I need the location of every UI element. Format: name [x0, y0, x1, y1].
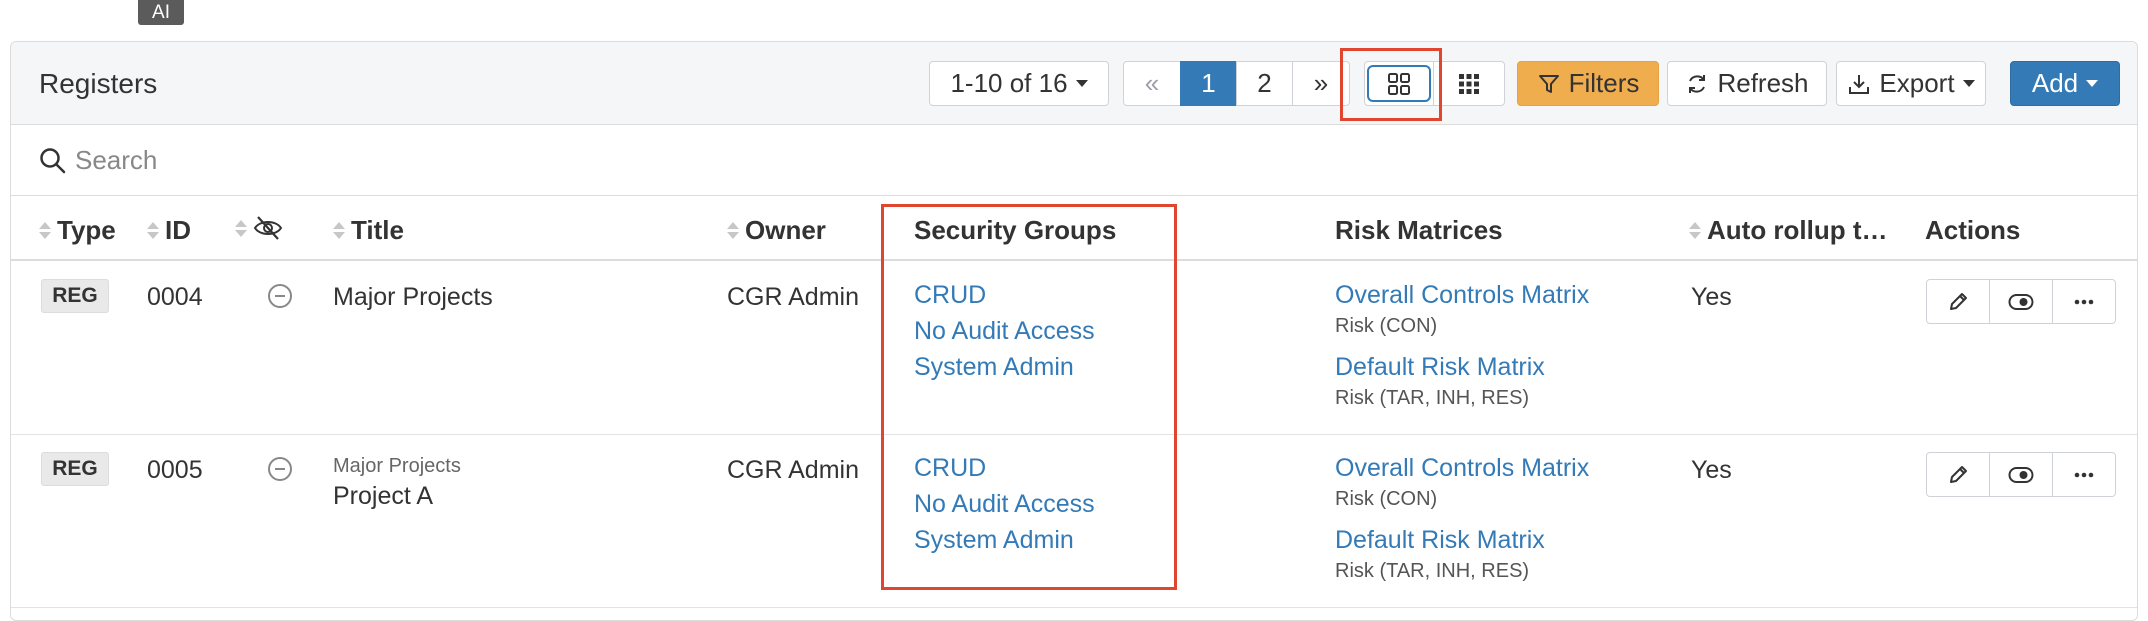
security-group-link[interactable]: CRUD — [914, 450, 1095, 486]
pencil-icon — [1950, 292, 1967, 310]
row-actions — [1926, 279, 2116, 324]
refresh-button[interactable]: Refresh — [1667, 61, 1827, 106]
chevron-down-icon — [2086, 80, 2099, 87]
toggle-icon — [2008, 466, 2034, 483]
ellipsis-icon — [2074, 472, 2094, 477]
table-header: Type ID Title Owner Security Groups Risk… — [11, 197, 2137, 261]
toggle-button[interactable] — [1989, 452, 2053, 497]
row-actions — [1926, 452, 2116, 497]
risk-matrices-list: Overall Controls Matrix Risk (CON) Defau… — [1335, 450, 1589, 584]
security-group-link[interactable]: No Audit Access — [914, 486, 1095, 522]
ellipsis-icon — [2074, 299, 2094, 304]
edit-button[interactable] — [1926, 279, 1990, 324]
risk-matrix-detail: Risk (CON) — [1335, 488, 1438, 510]
view-compact-button[interactable] — [1433, 61, 1505, 106]
row-id: 0004 — [147, 283, 203, 311]
row-title-block: Major Projects Project A — [333, 452, 461, 512]
column-header-type[interactable]: Type — [39, 215, 116, 246]
export-dropdown[interactable]: Export — [1836, 61, 1986, 106]
security-group-link[interactable]: System Admin — [914, 522, 1095, 558]
table-row[interactable]: REG 0005 Major Projects Project A CGR Ad… — [11, 436, 2137, 608]
page-range-dropdown[interactable]: 1-10 of 16 — [929, 61, 1109, 106]
edit-button[interactable] — [1926, 452, 1990, 497]
sort-icon — [727, 222, 739, 239]
pager-first-button[interactable]: « — [1123, 61, 1181, 106]
pager-page-1[interactable]: 1 — [1180, 61, 1237, 106]
risk-matrix-link[interactable]: Default Risk Matrix — [1335, 349, 1589, 385]
column-header-visibility[interactable] — [235, 215, 283, 241]
toggle-icon — [2008, 293, 2034, 310]
row-id: 0005 — [147, 456, 203, 484]
add-dropdown[interactable]: Add — [2010, 61, 2120, 106]
view-grid-button[interactable] — [1364, 61, 1434, 106]
column-header-owner[interactable]: Owner — [727, 215, 826, 246]
double-chevron-right-icon: » — [1313, 68, 1329, 98]
security-groups-list: CRUD No Audit Access System Admin — [914, 277, 1095, 385]
sort-icon — [147, 222, 159, 239]
sort-icon — [39, 222, 51, 239]
filters-button[interactable]: Filters — [1517, 61, 1659, 106]
search-bar — [11, 126, 2137, 196]
eye-slash-icon — [253, 216, 283, 240]
security-group-link[interactable]: No Audit Access — [914, 313, 1095, 349]
registers-panel: Registers 1-10 of 16 « 1 2 » Filters Ref… — [10, 41, 2138, 621]
column-header-security-groups[interactable]: Security Groups — [914, 215, 1116, 246]
compact-grid-icon — [1459, 73, 1479, 94]
auto-rollup-value: Yes — [1691, 283, 1732, 311]
security-groups-list: CRUD No Audit Access System Admin — [914, 450, 1095, 558]
pencil-icon — [1950, 465, 1967, 483]
security-group-link[interactable]: CRUD — [914, 277, 1095, 313]
refresh-icon — [1689, 74, 1706, 93]
risk-matrix-detail: Risk (CON) — [1335, 315, 1438, 337]
ai-tag: AI — [138, 0, 184, 25]
auto-rollup-value: Yes — [1691, 456, 1732, 484]
refresh-label: Refresh — [1717, 68, 1809, 98]
page-title: Registers — [39, 68, 158, 99]
minus-circle-icon[interactable] — [268, 457, 292, 481]
sort-icon — [333, 222, 345, 239]
more-options-button[interactable] — [2052, 279, 2116, 324]
column-header-id[interactable]: ID — [147, 215, 191, 246]
sort-icon — [1689, 222, 1701, 239]
page-range-label: 1-10 of 16 — [950, 68, 1068, 98]
type-badge: REG — [41, 279, 109, 313]
add-label: Add — [2031, 68, 2079, 98]
row-owner: CGR Admin — [727, 456, 859, 484]
export-label: Export — [1879, 68, 1955, 98]
row-title[interactable]: Major Projects — [333, 283, 493, 312]
panel-header: Registers 1-10 of 16 « 1 2 » Filters Ref… — [11, 42, 2137, 125]
row-owner: CGR Admin — [727, 283, 859, 311]
risk-matrices-list: Overall Controls Matrix Risk (CON) Defau… — [1335, 277, 1589, 411]
risk-matrix-link[interactable]: Overall Controls Matrix — [1335, 450, 1589, 486]
sort-icon — [235, 219, 247, 237]
risk-matrix-detail: Risk (TAR, INH, RES) — [1335, 387, 1530, 409]
grid-view-icon — [1388, 72, 1410, 95]
security-group-link[interactable]: System Admin — [914, 349, 1095, 385]
toggle-button[interactable] — [1989, 279, 2053, 324]
double-chevron-left-icon: « — [1144, 68, 1160, 98]
filters-label: Filters — [1568, 68, 1640, 98]
type-badge: REG — [41, 452, 109, 486]
minus-circle-icon[interactable] — [268, 284, 292, 308]
column-header-auto-rollup[interactable]: Auto rollup t… — [1689, 215, 1888, 246]
risk-matrix-link[interactable]: Default Risk Matrix — [1335, 522, 1589, 558]
chevron-down-icon — [1075, 80, 1088, 87]
column-header-risk-matrices[interactable]: Risk Matrices — [1335, 215, 1503, 246]
download-icon — [1849, 74, 1870, 94]
more-options-button[interactable] — [2052, 452, 2116, 497]
column-header-actions: Actions — [1925, 215, 2021, 245]
search-icon — [40, 148, 66, 174]
pager-page-2[interactable]: 2 — [1236, 61, 1293, 106]
row-parent-title: Major Projects — [333, 455, 461, 477]
pager-last-button[interactable]: » — [1292, 61, 1350, 106]
risk-matrix-detail: Risk (TAR, INH, RES) — [1335, 560, 1530, 582]
table-row[interactable]: REG 0004 Major Projects CGR Admin CRUD N… — [11, 263, 2137, 435]
filter-icon — [1538, 74, 1559, 93]
search-input[interactable] — [73, 140, 673, 180]
chevron-down-icon — [1962, 80, 1975, 87]
column-header-title[interactable]: Title — [333, 215, 404, 246]
risk-matrix-link[interactable]: Overall Controls Matrix — [1335, 277, 1589, 313]
row-title[interactable]: Project A — [333, 480, 461, 512]
